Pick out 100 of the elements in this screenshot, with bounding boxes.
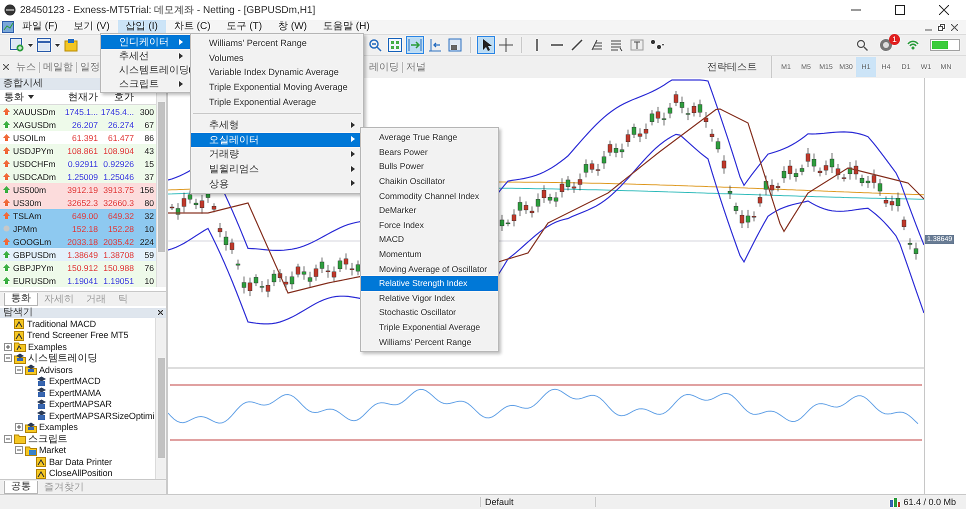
symbol-row[interactable]: TSLAm 649.00 649.32 32	[0, 209, 156, 222]
symbol-row[interactable]: USDJPYm 108.861 108.904 43	[0, 144, 156, 157]
menu-item[interactable]: 스크립트	[101, 77, 191, 91]
maximize-icon	[895, 5, 905, 15]
menu-item[interactable]: 거래량	[191, 147, 363, 162]
symbol-row[interactable]: XAGUSDm 26.207 26.274 67	[0, 118, 156, 131]
tree-item[interactable]: Bar Data Printer	[49, 456, 112, 467]
menu-item[interactable]: 추세형	[191, 118, 363, 133]
tree-item[interactable]: ExpertMACD	[49, 376, 101, 386]
symbol-name: USDCHFm	[13, 158, 56, 168]
tree-item[interactable]: Examples	[39, 422, 78, 432]
menu-item[interactable]: Triple Exponential Average	[191, 94, 363, 109]
symbol-row[interactable]: US30m 32652.3 32660.3 80	[0, 196, 156, 209]
symbol-row[interactable]: GBPJPYm 150.912 150.988 76	[0, 261, 156, 274]
collapse-toggle-icon[interactable]	[4, 434, 12, 443]
menu-item[interactable]: Williams' Percent Range	[361, 334, 498, 349]
toolbox-tab[interactable]: 메일함	[40, 62, 77, 72]
tree-item[interactable]: Market	[39, 445, 66, 456]
expand-toggle-icon[interactable]	[15, 423, 23, 432]
menu-item[interactable]: 도구 (T)	[218, 20, 270, 34]
tree-item[interactable]: Advisors	[39, 364, 73, 375]
symbol-row[interactable]: GBPUSDm 1.38649 1.38708 59	[0, 248, 156, 261]
tree-item[interactable]: 스크립트	[28, 432, 68, 446]
toolbar-button[interactable]	[477, 36, 495, 54]
panel-tab[interactable]: 공통	[4, 480, 38, 494]
symbol-row[interactable]: USOILm 61.391 61.477 86	[0, 131, 156, 144]
toolbox-tab[interactable]: 저널	[403, 62, 429, 72]
toolbar-button[interactable]	[497, 36, 515, 54]
menu-item[interactable]: Bears Power	[361, 144, 498, 160]
channels-icon	[610, 38, 624, 52]
menu-item[interactable]: Triple Exponential Moving Average	[191, 80, 363, 94]
menu-item[interactable]: Average True Range	[361, 130, 498, 145]
collapse-toggle-icon[interactable]	[15, 446, 23, 454]
menu-item[interactable]: Stochastic Oscillator	[361, 305, 498, 320]
column-header[interactable]: 통화	[4, 90, 24, 104]
tree-item[interactable]: ExpertMAMA	[49, 388, 102, 398]
menu-item[interactable]: 보기 (V)	[66, 20, 118, 34]
collapse-toggle-icon[interactable]	[4, 354, 12, 362]
menu-item[interactable]: 오실레이터	[191, 132, 363, 148]
symbol-row[interactable]: XAUUSDm 1745.1... 1745.4... 300	[0, 105, 156, 118]
column-header[interactable]: 호가	[114, 90, 134, 104]
symbol-row[interactable]: GOOGLm 2033.18 2035.42 224	[0, 235, 156, 248]
profiles-button[interactable]	[35, 36, 53, 54]
fibonacci-icon	[590, 38, 604, 52]
menu-item[interactable]: DeMarker	[361, 202, 498, 218]
menu-item[interactable]: Commodity Channel Index	[361, 188, 498, 203]
signal-icon	[906, 38, 920, 52]
ask-price: 32660.3	[102, 198, 135, 208]
tree-item[interactable]: Traditional MACD	[27, 318, 96, 329]
menu-item[interactable]: Williams' Percent Range	[191, 36, 363, 51]
menu-item[interactable]: 차트 (C)	[166, 20, 219, 34]
symbol-name: US500m	[13, 184, 46, 194]
symbol-name: USDCADm	[13, 172, 56, 182]
menu-item[interactable]: 인디케이터	[101, 35, 191, 49]
expand-toggle-icon[interactable]	[4, 342, 12, 351]
scrollbar[interactable]	[156, 90, 166, 287]
column-header[interactable]: 현재가	[68, 90, 98, 104]
symbol-row[interactable]: USDCHFm 0.92911 0.92926 15	[0, 157, 156, 170]
toolbox-tab[interactable]: 일정	[77, 62, 103, 72]
symbol-row[interactable]: USDCADm 1.25009 1.25046 37	[0, 170, 156, 183]
menu-item[interactable]: 삽입 (I)	[118, 20, 166, 34]
navigator-button[interactable]	[62, 36, 80, 54]
menu-item[interactable]: 추세선	[101, 49, 191, 63]
spread-value: 10	[144, 224, 155, 234]
toolbox-tab[interactable]: 레이딩	[366, 62, 403, 72]
menu-item[interactable]: 빌윌리엄스	[191, 162, 363, 176]
spread-value: 37	[144, 172, 155, 182]
tree-item[interactable]: Examples	[28, 342, 67, 352]
menu-item[interactable]: Force Index	[361, 218, 498, 232]
spread-value: 300	[138, 106, 155, 116]
menu-item[interactable]: 상용	[191, 176, 363, 191]
tree-item[interactable]: 시스템트레이딩	[28, 351, 98, 366]
new-chart-button[interactable]	[8, 36, 26, 54]
menu-item[interactable]: Chaikin Oscillator	[361, 174, 498, 188]
toolbox-tab[interactable]: 뉴스	[13, 62, 40, 72]
tree-item[interactable]: Trend Screener Free MT5	[27, 330, 128, 340]
menu-item[interactable]: 도움말 (H)	[314, 20, 378, 34]
menu-item[interactable]: Momentum	[361, 246, 498, 262]
menu-item[interactable]: Bulls Power	[361, 159, 498, 174]
symbol-row[interactable]: EURUSDm 1.19041 1.19051 10	[0, 274, 156, 287]
strategy-tester-tab[interactable]: 전략테스트	[707, 60, 771, 74]
menu-item[interactable]: Relative Strength Index	[361, 276, 498, 291]
symbol-row[interactable]: JPMm 152.18 152.28 10	[0, 222, 156, 235]
menu-item[interactable]: Moving Average of Oscillator	[361, 261, 498, 276]
menu-item[interactable]: Variable Index Dynamic Average	[191, 65, 363, 80]
menu-item[interactable]: 창 (W)	[270, 20, 315, 34]
panel-tab[interactable]: 통화	[4, 292, 38, 306]
tree-item[interactable]: ExpertMAPSARSizeOptimi	[49, 410, 154, 421]
menu-item[interactable]: Triple Exponential Average	[361, 320, 498, 334]
menu-item[interactable]: MACD	[361, 232, 498, 247]
tree-item[interactable]: CloseAllPosition	[49, 468, 112, 478]
indicator-icon	[36, 456, 47, 468]
menu-item[interactable]: Volumes	[191, 50, 363, 66]
menu-item[interactable]: 파일 (F)	[14, 20, 66, 34]
symbol-row[interactable]: US500m 3912.19 3913.75 156	[0, 183, 156, 196]
scrollbar[interactable]	[155, 318, 166, 480]
tree-item[interactable]: ExpertMAPSAR	[49, 399, 112, 410]
toolbar-button[interactable]	[446, 36, 464, 54]
collapse-toggle-icon[interactable]	[15, 366, 23, 374]
menu-item[interactable]: Relative Vigor Index	[361, 290, 498, 306]
